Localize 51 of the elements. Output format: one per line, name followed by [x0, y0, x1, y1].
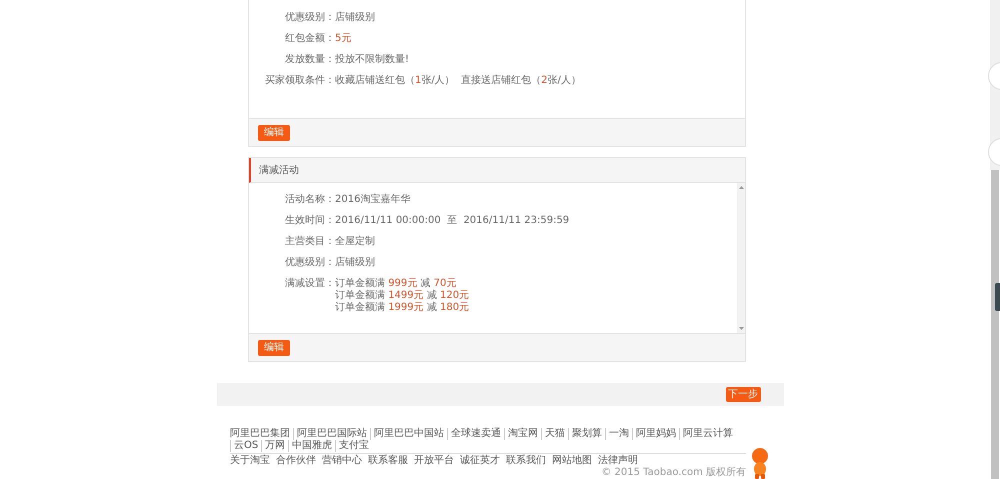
field-value: 订单金额满 999元 减 70元 — [335, 278, 458, 290]
footer-link[interactable]: 云OS — [230, 440, 262, 452]
field-label: 买家领取条件： — [264, 75, 335, 87]
footer-link[interactable]: 营销中心 — [322, 455, 362, 467]
footer-link[interactable]: 阿里巴巴中国站 — [370, 428, 447, 440]
field-value: 订单金额满 1999元 减 180元 — [335, 302, 470, 314]
field-label: 红包金额： — [284, 33, 335, 45]
footer-link[interactable]: 阿里妈妈 — [632, 428, 679, 440]
footer-link[interactable]: 合作伙伴 — [276, 455, 316, 467]
field-label: 活动名称： — [284, 194, 335, 206]
field-label: 主营类目： — [284, 236, 335, 248]
footer-link[interactable]: 阿里巴巴集团 — [230, 428, 293, 440]
scroll-up-icon[interactable] — [738, 186, 744, 189]
card-title: 满减活动 — [249, 158, 745, 183]
field-label: 优惠级别： — [284, 12, 335, 24]
footer-link[interactable]: 万网 — [261, 440, 288, 452]
field-value: 收藏店铺送红包（1张/人） 直接送店铺红包（2张/人） — [335, 75, 581, 87]
field-label: 优惠级别： — [284, 257, 335, 269]
footer-link[interactable]: 淘宝网 — [504, 428, 541, 440]
field-value: 5元 — [335, 33, 352, 45]
footer-link[interactable]: 联系客服 — [368, 455, 408, 467]
field-value: 订单金额满 1499元 减 120元 — [335, 290, 470, 302]
field-value: 店铺级别 — [335, 257, 375, 269]
field-label: 满减设置： — [284, 278, 335, 290]
field-value: 2016/11/11 00:00:00 至 2016/11/11 23:59:59 — [335, 215, 570, 227]
field-value: 全屋定制 — [335, 236, 375, 248]
footer-link[interactable]: 支付宝 — [335, 440, 372, 452]
footer-link[interactable]: 关于淘宝 — [230, 455, 270, 467]
scrollbar-thumb[interactable] — [991, 170, 999, 479]
footer-link[interactable]: 开放平台 — [414, 455, 454, 467]
footer-link[interactable]: 中国雅虎 — [288, 440, 336, 452]
footer-link[interactable]: 全球速卖通 — [447, 428, 504, 440]
field-label: 生效时间： — [284, 215, 335, 227]
footer-link[interactable]: 阿里巴巴国际站 — [293, 428, 370, 440]
scrollbar[interactable] — [737, 183, 745, 333]
footer-link[interactable]: 一淘 — [605, 428, 632, 440]
scroll-down-icon[interactable] — [738, 327, 744, 330]
copyright-text: © 2015 Taobao.com 版权所有 — [601, 467, 746, 479]
footer-link[interactable]: 天猫 — [541, 428, 568, 440]
mascot-drawing — [750, 447, 770, 479]
footer-link[interactable]: 诚征英才 — [460, 455, 500, 467]
footer-link[interactable]: 网站地图 — [552, 455, 592, 467]
field-value: 投放不限制数量! — [335, 54, 410, 66]
footer-link[interactable]: 法律声明 — [598, 455, 638, 467]
field-value: 2016淘宝嘉年华 — [335, 194, 410, 206]
footer-link[interactable]: 联系我们 — [506, 455, 546, 467]
footer-link[interactable]: 阿里云计算 — [679, 428, 736, 440]
field-label: 发放数量： — [284, 54, 335, 66]
footer-link[interactable]: 聚划算 — [568, 428, 605, 440]
field-value: 店铺级别 — [335, 12, 375, 24]
side-widget[interactable] — [995, 283, 1000, 311]
